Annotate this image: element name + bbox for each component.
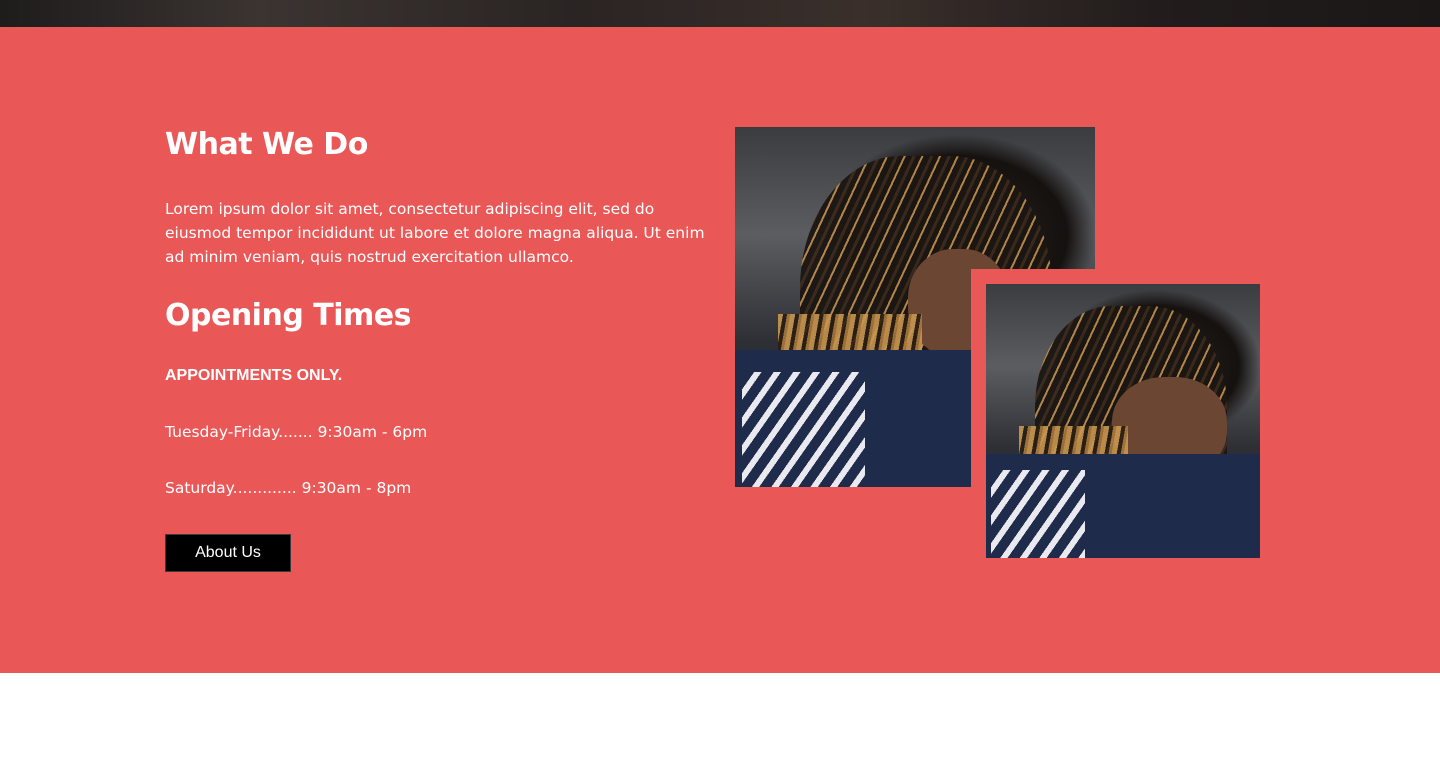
hero-image-strip <box>0 0 1440 27</box>
opening-times-title: Opening Times <box>165 298 411 333</box>
jacket-stripes-shape <box>742 371 865 487</box>
appointments-note: APPOINTMENTS ONLY. <box>165 367 343 384</box>
next-section <box>0 673 1440 769</box>
what-we-do-section: What We Do Lorem ipsum dolor sit amet, c… <box>0 27 1440 673</box>
jacket-stripes-shape <box>991 470 1085 558</box>
hours-weekday: Tuesday-Friday....... 9:30am - 6pm <box>165 423 428 441</box>
section-title: What We Do <box>165 127 368 162</box>
hours-saturday: Saturday............. 9:30am - 8pm <box>165 479 412 497</box>
about-us-button[interactable]: About Us <box>165 534 291 572</box>
hair-photo-2 <box>986 284 1260 558</box>
section-description: Lorem ipsum dolor sit amet, consectetur … <box>165 200 705 266</box>
